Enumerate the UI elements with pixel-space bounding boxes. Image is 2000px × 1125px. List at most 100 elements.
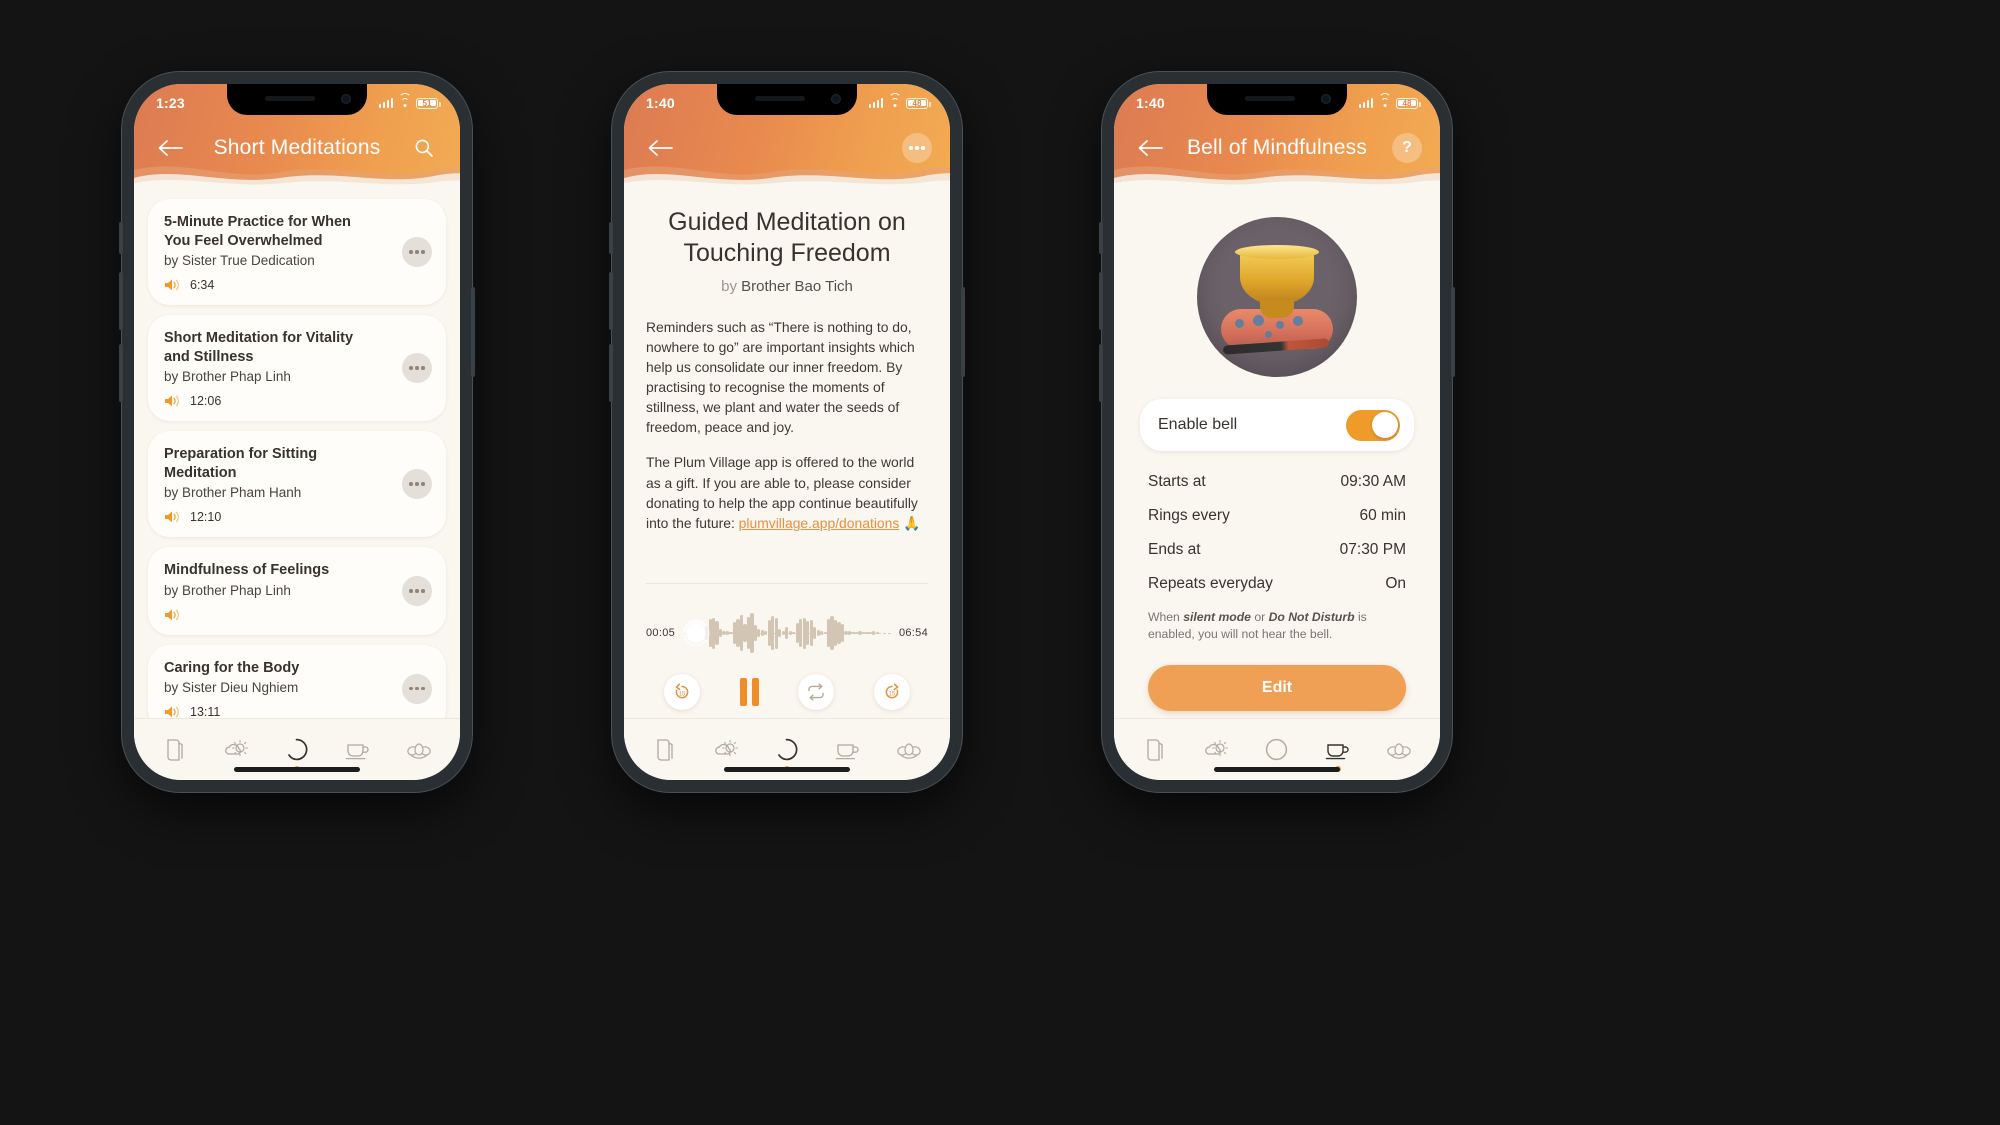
tab-meditate[interactable] xyxy=(1254,729,1300,771)
kebab-menu-icon[interactable] xyxy=(402,237,432,268)
list-item[interactable]: Mindfulness of Feelings by Brother Phap … xyxy=(148,547,446,635)
status-indicators: 51 xyxy=(378,93,441,109)
elapsed-time: 00:05 xyxy=(646,627,676,639)
tab-talks[interactable] xyxy=(1315,729,1361,772)
tab-more[interactable] xyxy=(1376,729,1422,771)
tab-daily[interactable] xyxy=(1193,729,1239,771)
item-duration: 13:11 xyxy=(190,705,221,718)
list-item[interactable]: 5-Minute Practice for When You Feel Over… xyxy=(148,199,446,306)
volume-down-button[interactable] xyxy=(609,344,613,402)
notch xyxy=(717,84,857,115)
status-clock: 1:40 xyxy=(646,95,675,111)
power-button[interactable] xyxy=(471,287,475,377)
paragraph-2: The Plum Village app is offered to the w… xyxy=(646,452,928,533)
tab-more[interactable] xyxy=(886,729,932,771)
phone2-tabbar xyxy=(624,718,950,780)
cushion-dot xyxy=(1235,319,1244,328)
tab-daily[interactable] xyxy=(703,729,749,771)
setting-row-starts-at[interactable]: Starts at 09:30 AM xyxy=(1146,465,1408,499)
kebab-menu-icon[interactable] xyxy=(402,576,432,607)
donations-link[interactable]: plumvillage.app/donations xyxy=(739,515,900,531)
remaining-time: 06:54 xyxy=(898,627,928,639)
item-author: by Brother Phap Linh xyxy=(164,582,291,598)
waveform-bar xyxy=(806,621,810,645)
kebab-menu-icon[interactable] xyxy=(402,353,432,384)
tab-library[interactable] xyxy=(642,729,688,771)
front-camera xyxy=(831,94,841,104)
phone2-body[interactable]: Guided Meditation on Touching Freedom by… xyxy=(624,189,950,718)
item-author: by Sister True Dedication xyxy=(164,253,315,269)
item-title: Mindfulness of Feelings xyxy=(164,562,330,579)
speaker-icon xyxy=(165,609,179,621)
tab-talks[interactable] xyxy=(335,729,381,771)
list-item[interactable]: Short Meditation for Vitality and Stilln… xyxy=(148,315,446,422)
cushion-dot xyxy=(1276,321,1284,329)
setting-row-repeats-everyday[interactable]: Repeats everyday On xyxy=(1146,567,1408,601)
waveform-bar xyxy=(813,626,817,640)
kebab-menu-icon[interactable] xyxy=(402,673,432,704)
item-duration: 6:34 xyxy=(190,278,215,293)
notch xyxy=(227,84,367,115)
power-button[interactable] xyxy=(961,287,965,377)
bowl-shape xyxy=(1235,245,1319,318)
speaker-icon xyxy=(165,706,179,718)
setting-row-rings-every[interactable]: Rings every 60 min xyxy=(1146,499,1408,533)
arrow-left-icon[interactable] xyxy=(642,130,678,166)
arrow-left-icon[interactable] xyxy=(152,130,188,166)
home-indicator[interactable] xyxy=(1214,767,1340,772)
waveform-seekbar[interactable] xyxy=(683,602,891,664)
list-item[interactable]: Preparation for Sitting Meditation by Br… xyxy=(148,431,446,538)
power-button[interactable] xyxy=(1451,287,1455,377)
enable-bell-row[interactable]: Enable bell xyxy=(1140,399,1414,451)
tab-more[interactable] xyxy=(396,729,442,771)
battery-level: 48 xyxy=(1398,99,1416,108)
item-duration: 12:06 xyxy=(190,394,222,409)
list-item[interactable]: Caring for the Body by Sister Dieu Nghie… xyxy=(148,644,446,718)
phone-meditation-detail: 1:40 48 Guided Meditation on Touching Fr… xyxy=(609,72,965,792)
wifi-icon xyxy=(398,93,411,108)
item-author: by Brother Pham Hanh xyxy=(164,485,302,501)
tab-library[interactable] xyxy=(152,729,198,771)
scrubber-handle[interactable] xyxy=(686,623,705,643)
setting-key: Repeats everyday xyxy=(1148,575,1273,592)
kebab-menu-icon[interactable] xyxy=(402,469,432,500)
player-scrubber[interactable]: 00:05 06:54 xyxy=(646,602,928,664)
tab-daily[interactable] xyxy=(213,729,259,771)
notch xyxy=(1207,84,1347,115)
home-indicator[interactable] xyxy=(234,767,360,772)
tab-talks[interactable] xyxy=(825,729,871,771)
detail-description: Reminders such as “There is nothing to d… xyxy=(646,317,928,534)
item-title: Preparation for Sitting Meditation xyxy=(164,446,318,481)
waveform-bar xyxy=(778,629,782,637)
item-meta: 12:06 xyxy=(164,393,430,409)
forward-15-icon[interactable]: 15 xyxy=(873,674,910,710)
detail-author: by Brother Bao Tich xyxy=(646,278,928,295)
enable-bell-toggle[interactable] xyxy=(1346,409,1400,441)
phone3-body[interactable]: Enable bell Starts at 09:30 AM Rings eve… xyxy=(1114,189,1440,718)
phone1-body[interactable]: 5-Minute Practice for When You Feel Over… xyxy=(134,189,460,718)
home-indicator[interactable] xyxy=(724,767,850,772)
arrow-left-icon[interactable] xyxy=(1132,130,1168,166)
pause-icon[interactable] xyxy=(739,678,759,706)
item-title: Caring for the Body xyxy=(164,659,300,676)
tab-library[interactable] xyxy=(1132,729,1178,771)
tab-meditate[interactable] xyxy=(274,729,320,772)
cushion-dot xyxy=(1253,315,1264,326)
item-meta: 6:34 xyxy=(164,277,430,293)
item-author: by Sister Dieu Nghiem xyxy=(164,680,299,696)
edit-button[interactable]: Edit xyxy=(1148,665,1406,712)
setting-row-ends-at[interactable]: Ends at 07:30 PM xyxy=(1146,533,1408,567)
paragraph-1: Reminders such as “There is nothing to d… xyxy=(646,318,915,436)
setting-value: 60 min xyxy=(1359,507,1406,524)
battery-level: 48 xyxy=(908,99,926,108)
volume-down-button[interactable] xyxy=(1099,344,1103,402)
repeat-icon[interactable] xyxy=(798,674,835,710)
tab-meditate[interactable] xyxy=(764,729,810,772)
silent-mode-note: When silent mode or Do Not Disturb is en… xyxy=(1140,609,1414,643)
rewind-15-icon[interactable]: 15 xyxy=(664,674,700,710)
status-indicators: 48 xyxy=(868,93,931,109)
front-camera xyxy=(341,94,351,104)
status-indicators: 48 xyxy=(1358,93,1421,109)
volume-down-button[interactable] xyxy=(119,344,123,402)
search-icon[interactable] xyxy=(406,130,442,166)
